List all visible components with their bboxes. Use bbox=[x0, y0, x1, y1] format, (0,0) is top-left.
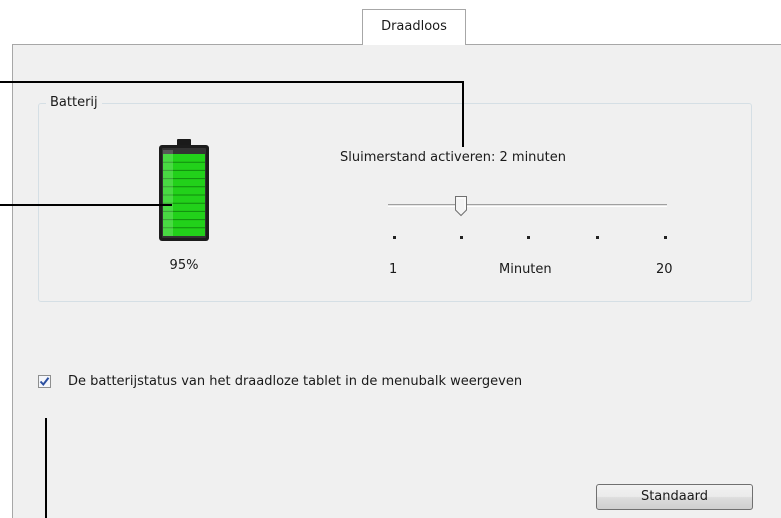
sleep-slider-thumb[interactable] bbox=[454, 195, 468, 217]
standaard-button[interactable]: Standaard bbox=[596, 484, 753, 510]
menubar-status-label[interactable]: De batterijstatus van het draadloze tabl… bbox=[68, 374, 522, 389]
slider-min-label: 1 bbox=[389, 262, 398, 277]
checkmark-icon bbox=[39, 377, 50, 387]
battery-percentage: 95% bbox=[169, 258, 199, 273]
battery-icon bbox=[157, 139, 211, 243]
slider-tick bbox=[393, 236, 396, 239]
tab-draadloos[interactable]: Draadloos bbox=[362, 9, 466, 45]
sleep-slider-label: Sluimerstand activeren: 2 minuten bbox=[340, 150, 566, 165]
sleep-slider-track[interactable] bbox=[388, 204, 667, 207]
slider-tick bbox=[596, 236, 599, 239]
slider-tick bbox=[527, 236, 530, 239]
battery-group-title: Batterij bbox=[46, 95, 102, 110]
menubar-status-checkbox[interactable] bbox=[38, 375, 51, 388]
slider-unit-label: Minuten bbox=[499, 262, 552, 277]
slider-max-label: 20 bbox=[656, 262, 673, 277]
slider-tick bbox=[460, 236, 463, 239]
slider-tick bbox=[664, 236, 667, 239]
